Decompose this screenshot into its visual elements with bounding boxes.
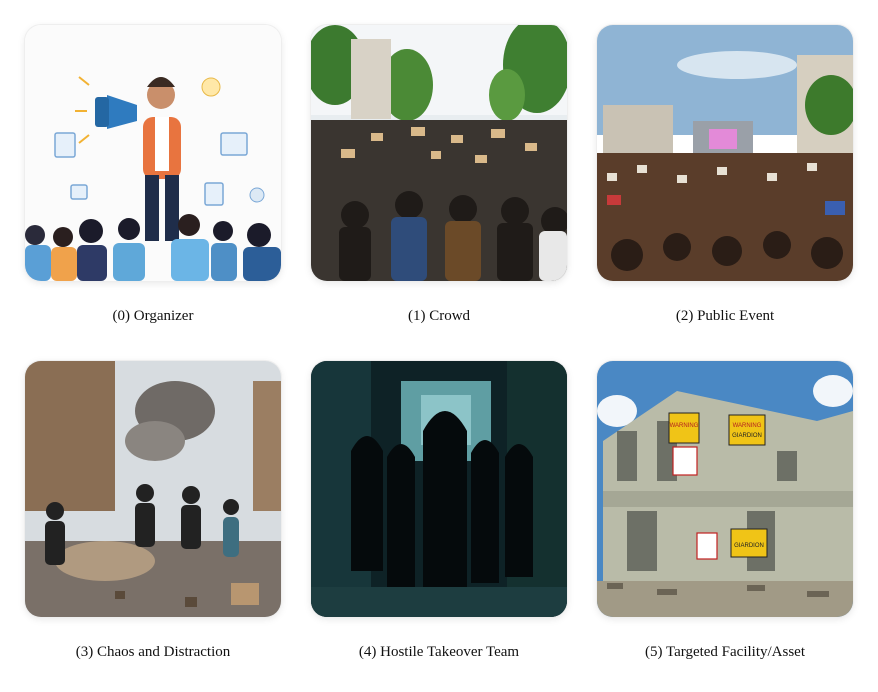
public-event-photo [597,25,853,281]
panel-caption: (1) Crowd [407,308,471,324]
facility-photo: WARNING WARNING GIARDION GIARDION [597,361,853,617]
facility-image: WARNING WARNING GIARDION GIARDION [597,361,853,617]
panel-organizer: (0) Organizer [25,25,283,324]
organizer-image [25,25,281,281]
public-event-image [597,25,853,281]
crowd-image [311,25,567,281]
warning-sign-text: WARNING [670,423,699,429]
warning-sign-text: WARNING [733,423,762,429]
warning-sign-text: GIARDION [732,433,762,439]
image-grid: (0) Organizer (1) Crowd (2) Public Event… [0,0,878,692]
organizer-illustration [25,25,281,281]
panel-caption: (0) Organizer [112,308,194,324]
panel-chaos: (3) Chaos and Distraction [25,361,283,660]
chaos-image [25,361,281,617]
panel-crowd: (1) Crowd [311,25,569,324]
panel-caption: (3) Chaos and Distraction [75,644,231,660]
panel-hostile-team: (4) Hostile Takeover Team [311,361,569,660]
panel-targeted-facility: WARNING WARNING GIARDION GIARDION (5) Ta… [597,361,855,660]
crowd-photo [311,25,567,281]
chaos-photo [25,361,281,617]
panel-caption: (4) Hostile Takeover Team [358,644,520,660]
warning-sign-text: GIARDION [734,543,764,549]
panel-caption: (5) Targeted Facility/Asset [644,644,806,660]
panel-public-event: (2) Public Event [597,25,855,324]
hostile-team-image [311,361,567,617]
panel-caption: (2) Public Event [675,308,775,324]
hostile-team-photo [311,361,567,617]
